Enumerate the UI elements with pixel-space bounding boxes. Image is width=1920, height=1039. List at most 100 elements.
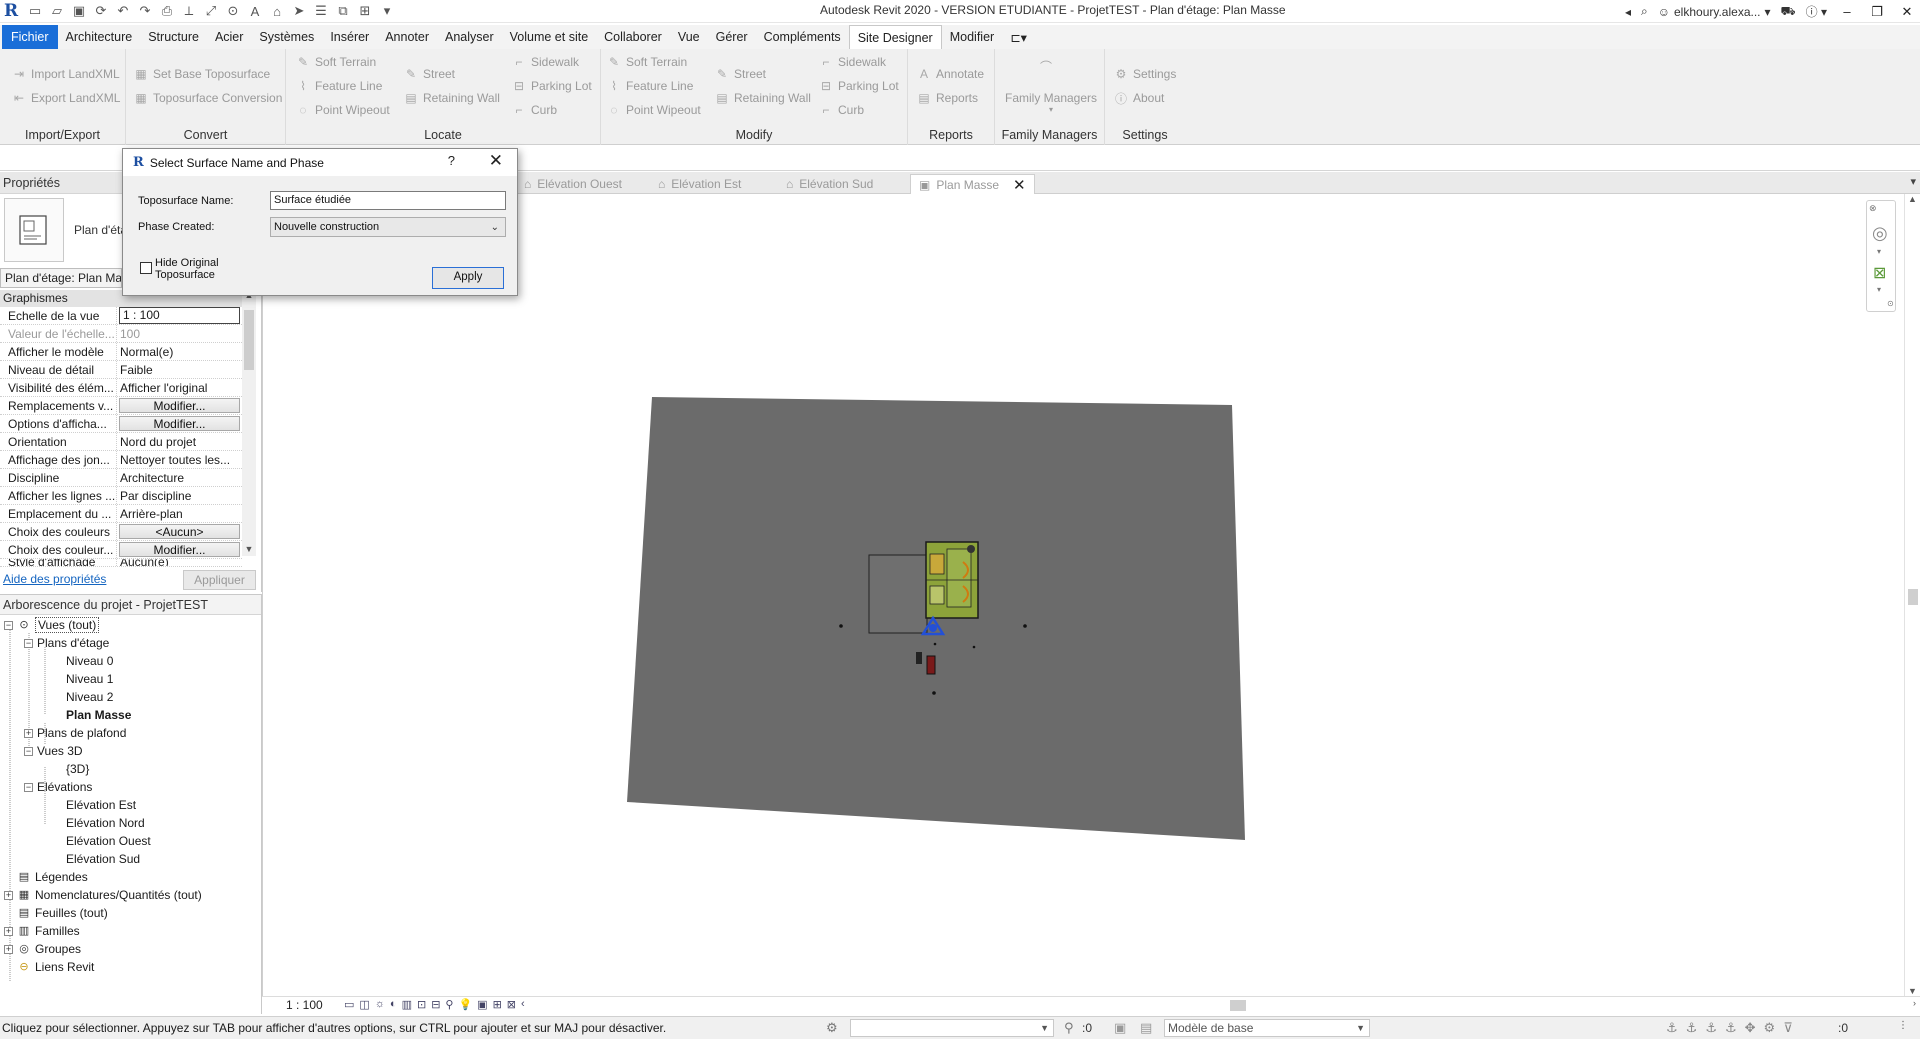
type-selector-dropdown[interactable]: Plan d'étage: Plan Ma [0, 268, 122, 288]
tab-gerer[interactable]: Gérer [708, 25, 756, 49]
crop-view-icon[interactable]: ⊡ [417, 998, 426, 1011]
property-row[interactable]: Discipline Architecture [0, 469, 242, 487]
select-pinned-icon[interactable]: ⚓ [1705, 1020, 1717, 1036]
tab-inserer[interactable]: Insérer [322, 25, 377, 49]
tab-fichier[interactable]: Fichier [2, 25, 58, 49]
scroll-left-icon[interactable]: ‹ [521, 998, 525, 1011]
switch-windows-icon[interactable]: ⊞ [356, 2, 374, 20]
undo-icon[interactable]: ↶ [114, 2, 132, 20]
design-option-dropdown[interactable]: Modèle de base ▼ [1164, 1019, 1370, 1037]
tab-architecture[interactable]: Architecture [58, 25, 141, 49]
expand-icon[interactable]: + [4, 890, 13, 900]
locate-curb-button[interactable]: ⌐ Curb [512, 103, 557, 117]
browser-item[interactable]: ▤ Légendes [4, 868, 88, 886]
modify-button[interactable]: Modifier... [119, 542, 240, 557]
customize-icon[interactable]: ▾ [378, 2, 396, 20]
property-row[interactable]: Valeur de l'échelle... 100 [0, 325, 242, 343]
expand-icon[interactable]: + [4, 944, 13, 954]
drawing-canvas[interactable] [262, 194, 1904, 996]
filter-icon[interactable]: ⊽ [1783, 1020, 1793, 1036]
3d-view-icon[interactable]: ⌂ [268, 2, 286, 20]
detail-level-icon[interactable]: ▭ [344, 998, 354, 1011]
tab-volume-et-site[interactable]: Volume et site [502, 25, 597, 49]
analytical-model-icon[interactable]: ⊞ [493, 998, 502, 1011]
browser-item[interactable]: + ▦ Nomenclatures/Quantités (tout) [4, 886, 202, 904]
view-scale-input[interactable]: 1 : 100 [119, 307, 240, 324]
property-value[interactable]: Aucun(e) [117, 559, 242, 566]
property-row[interactable]: Emplacement du ... Arrière-plan [0, 505, 242, 523]
tab-analyser[interactable]: Analyser [437, 25, 502, 49]
thin-lines-icon[interactable]: ☰ [312, 2, 330, 20]
property-row[interactable]: Remplacements v... Modifier... [0, 397, 242, 415]
locate-sidewalk-button[interactable]: ⌐ Sidewalk [512, 55, 579, 69]
tab-structure[interactable]: Structure [140, 25, 207, 49]
expand-icon[interactable]: + [24, 728, 33, 738]
horizontal-scrollbar-thumb[interactable] [1230, 1000, 1246, 1011]
browser-item[interactable]: {3D} [40, 760, 89, 778]
modify-button[interactable]: Modifier... [119, 398, 240, 413]
browser-item[interactable]: − Vues 3D [24, 742, 83, 760]
dialog-title-bar[interactable]: R Select Surface Name and Phase ? ✕ [123, 149, 517, 176]
view-tab-elevation-sud[interactable]: ⌂ Elévation Sud [786, 174, 873, 194]
modify-feature-line-button[interactable]: ⌇ Feature Line [607, 79, 693, 93]
temp-view-properties-icon[interactable]: ▣ [477, 998, 487, 1011]
temporary-hide-icon[interactable]: ⚲ [445, 998, 453, 1011]
locate-retaining-wall-button[interactable]: ▤ Retaining Wall [404, 91, 500, 105]
minimize-button[interactable]: – [1834, 0, 1860, 23]
browser-item[interactable]: ⊖ Liens Revit [4, 958, 94, 976]
revit-logo-icon[interactable]: R [4, 2, 22, 20]
navbar-options-icon[interactable]: ⊙ [1887, 299, 1894, 308]
tab-modifier[interactable]: Modifier [942, 25, 1002, 49]
help-button[interactable]: ? [448, 153, 455, 168]
export-landxml-button[interactable]: ⇤ Export LandXML [12, 91, 120, 105]
property-value[interactable]: Normal(e) [117, 343, 242, 360]
building-plan[interactable] [925, 541, 979, 619]
modify-parking-lot-button[interactable]: ⊟ Parking Lot [819, 79, 899, 93]
property-value[interactable]: Afficher l'original [117, 379, 242, 396]
background-process-icon[interactable]: ⚙ [1764, 1020, 1776, 1036]
locate-street-button[interactable]: ✎ Street [404, 67, 455, 81]
collapse-icon[interactable]: − [4, 620, 13, 630]
site-component[interactable] [926, 655, 936, 675]
status-scroll-icon[interactable]: ⋮ [1898, 1020, 1908, 1031]
save-icon[interactable]: ▣ [70, 2, 88, 20]
locate-feature-line-button[interactable]: ⌇ Feature Line [296, 79, 382, 93]
scrollbar-thumb[interactable] [1908, 589, 1918, 605]
modify-curb-button[interactable]: ⌐ Curb [819, 103, 864, 117]
property-value[interactable]: Nord du projet [117, 433, 242, 450]
reports-button[interactable]: ▤ Reports [917, 91, 978, 105]
color-scheme-button[interactable]: <Aucun> [119, 524, 240, 539]
locate-soft-terrain-button[interactable]: ✎ Soft Terrain [296, 55, 376, 69]
hide-original-label[interactable]: Hide Original Toposurface [155, 257, 245, 281]
property-row[interactable]: Options d'afficha... Modifier... [0, 415, 242, 433]
browser-item[interactable]: + ◎ Groupes [4, 940, 81, 958]
properties-scrollbar[interactable]: ▲ ▼ [242, 290, 256, 556]
modify-button[interactable]: Modifier... [119, 416, 240, 431]
design-options-icon[interactable]: ▣ [1114, 1020, 1126, 1036]
zoom-region-icon[interactable]: ⊠ [1873, 263, 1886, 283]
chevron-down-icon[interactable]: ▾ [1877, 247, 1881, 256]
tab-acier[interactable]: Acier [207, 25, 251, 49]
property-row[interactable]: Style d'affichage Aucun(e) [0, 559, 242, 567]
properties-help-link[interactable]: Aide des propriétés [3, 572, 106, 586]
property-value[interactable]: Par discipline [117, 487, 242, 504]
tab-systemes[interactable]: Systèmes [251, 25, 322, 49]
browser-item[interactable]: Niveau 2 [40, 688, 113, 706]
about-button[interactable]: ⓘ About [1114, 91, 1164, 106]
shadows-icon[interactable]: ◐ [390, 998, 397, 1011]
browser-item[interactable]: Niveau 1 [40, 670, 113, 688]
property-row[interactable]: Afficher les lignes ... Par discipline [0, 487, 242, 505]
modify-point-wipeout-button[interactable]: ◌ Point Wipeout [607, 103, 700, 117]
tabs-overflow-icon[interactable]: ▾ [1910, 175, 1916, 188]
reveal-hidden-icon[interactable]: 💡 [458, 998, 472, 1011]
scroll-down-icon[interactable]: ▼ [1908, 986, 1917, 996]
visual-style-icon[interactable]: ◫ [359, 998, 369, 1011]
annotate-button[interactable]: A Annotate [917, 67, 984, 81]
modify-sidewalk-button[interactable]: ⌐ Sidewalk [819, 55, 886, 69]
browser-item[interactable]: Plan Masse [40, 706, 131, 724]
modify-soft-terrain-button[interactable]: ✎ Soft Terrain [607, 55, 687, 69]
property-value[interactable]: Architecture [117, 469, 242, 486]
toposurface-name-input[interactable]: Surface étudiée [270, 191, 506, 210]
property-row[interactable]: Visibilité des élém... Afficher l'origina… [0, 379, 242, 397]
steering-wheel-icon[interactable]: ◎ [1872, 223, 1888, 244]
